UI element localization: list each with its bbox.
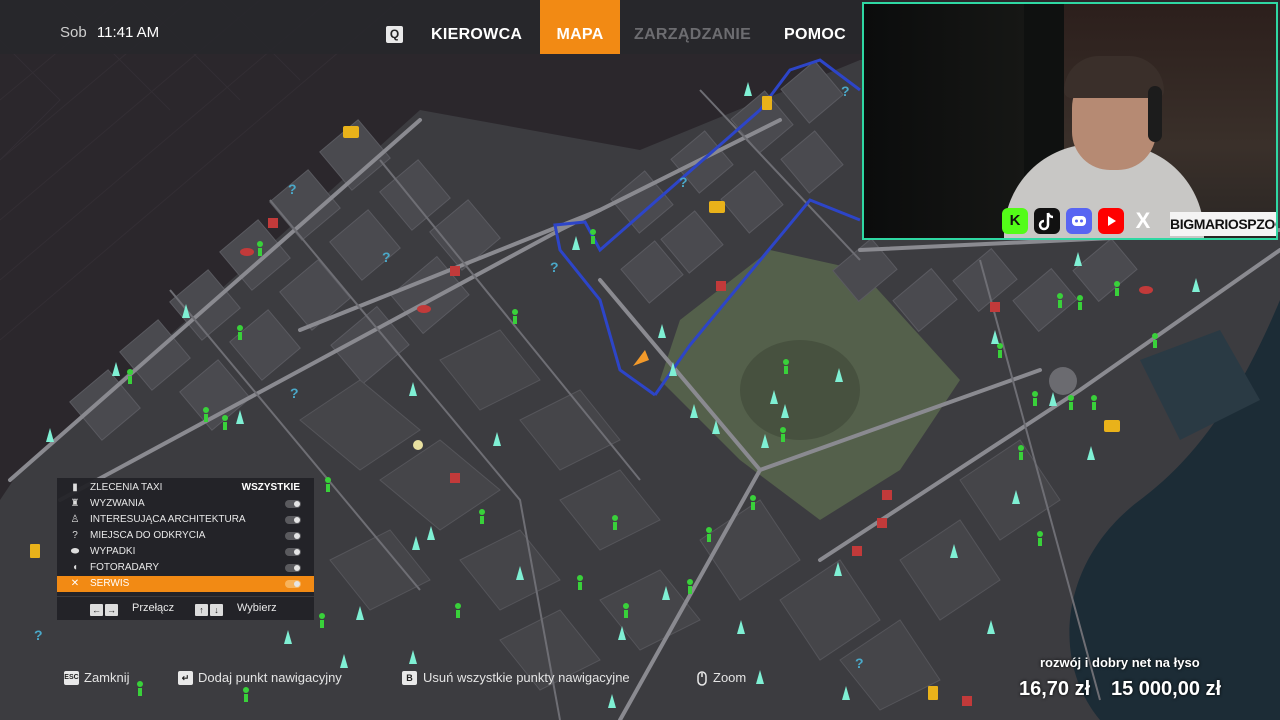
legend-row-architecture[interactable]: ♙ INTERESUJĄCA ARCHITEKTURA bbox=[57, 512, 314, 528]
top-bar: Sob 11:41 AM Q KIEROWCA MAPA ZARZĄDZANIE… bbox=[0, 0, 860, 54]
legend-row-discovery[interactable]: ? MIEJSCA DO ODKRYCIA bbox=[57, 528, 314, 544]
tab-switch-key-hint: Q bbox=[386, 26, 403, 43]
svg-text:?: ? bbox=[34, 627, 43, 643]
tab-kierowca[interactable]: KIEROWCA bbox=[431, 0, 522, 54]
arrow-up-icon: ↑ bbox=[195, 604, 208, 616]
speed-camera-icon: ◖ bbox=[71, 562, 79, 573]
svg-text:?: ? bbox=[288, 181, 297, 197]
clock: Sob 11:41 AM bbox=[60, 24, 159, 41]
legend-row-taxi-orders[interactable]: ▮ ZLECENIA TAXI WSZYSTKIE bbox=[57, 480, 314, 496]
legend-row-accidents[interactable]: ⬬ WYPADKI bbox=[57, 544, 314, 560]
legend-label: ZLECENIA TAXI bbox=[90, 482, 163, 493]
enter-key-icon: ↵ bbox=[178, 671, 193, 685]
map-legend-panel: ▮ ZLECENIA TAXI WSZYSTKIE ♜ WYZWANIA ♙ I… bbox=[57, 478, 314, 620]
kick-icon: K bbox=[1002, 208, 1028, 234]
donation-goal: 15 000,00 zł bbox=[1111, 678, 1222, 700]
youtube-icon bbox=[1098, 208, 1124, 234]
legend-label: MIEJSCA DO ODKRYCIA bbox=[90, 530, 206, 541]
legend-footer: ← → Przełącz ↑ ↓ Wybierz bbox=[57, 596, 314, 621]
arrow-down-icon: ↓ bbox=[210, 604, 223, 616]
tab-pomoc[interactable]: POMOC bbox=[784, 0, 846, 54]
taxi-order-icon: ▮ bbox=[72, 482, 78, 493]
legend-toggle[interactable] bbox=[285, 500, 301, 508]
webcam-overlay: K X BIGMARIOSPZOO bbox=[862, 2, 1278, 240]
svg-text:?: ? bbox=[841, 83, 850, 99]
legend-label: INTERESUJĄCA ARCHITEKTURA bbox=[90, 514, 246, 525]
donation-balance: 16,70 zł bbox=[1019, 678, 1091, 700]
legend-row-service[interactable]: ✕ SERWIS bbox=[57, 576, 314, 592]
wrench-icon: ✕ bbox=[70, 578, 80, 589]
challenge-icon: ♜ bbox=[70, 498, 80, 509]
legend-toggle[interactable] bbox=[285, 532, 301, 540]
legend-label: WYZWANIA bbox=[90, 498, 145, 509]
svg-text:?: ? bbox=[679, 174, 688, 190]
streamer-handle: BIGMARIOSPZOO bbox=[1170, 212, 1276, 236]
remove-waypoints-hint[interactable]: Usuń wszystkie punkty nawigacyjne bbox=[423, 670, 630, 685]
tab-mapa[interactable]: MAPA bbox=[540, 0, 620, 54]
switch-hint: Przełącz bbox=[132, 602, 175, 614]
stream-promo-text: rozwój i dobry net na łyso bbox=[1040, 655, 1200, 670]
tab-zarzadzanie: ZARZĄDZANIE bbox=[634, 26, 752, 43]
close-hint[interactable]: Zamknij bbox=[84, 670, 130, 685]
clock-time: 11:41 AM bbox=[96, 24, 160, 41]
add-waypoint-hint[interactable]: Dodaj punkt nawigacyjny bbox=[198, 670, 342, 685]
zoom-hint[interactable]: Zoom bbox=[713, 670, 746, 685]
legend-label: FOTORADARY bbox=[90, 562, 160, 573]
legend-toggle[interactable] bbox=[285, 580, 301, 588]
accident-icon: ⬬ bbox=[70, 546, 80, 557]
mouse-icon bbox=[694, 671, 709, 686]
arrow-left-icon: ← bbox=[90, 604, 103, 616]
x-icon: X bbox=[1135, 208, 1151, 233]
tiktok-icon bbox=[1034, 208, 1060, 234]
architecture-icon: ♙ bbox=[70, 514, 80, 525]
svg-text:?: ? bbox=[290, 385, 299, 401]
clock-day: Sob bbox=[60, 24, 87, 41]
arrow-right-icon: → bbox=[105, 604, 118, 616]
legend-label: SERWIS bbox=[90, 578, 130, 589]
legend-filter-value[interactable]: WSZYSTKIE bbox=[242, 480, 300, 496]
legend-row-speed-cameras[interactable]: ◖ FOTORADARY bbox=[57, 560, 314, 576]
svg-text:?: ? bbox=[382, 249, 391, 265]
legend-row-challenges[interactable]: ♜ WYZWANIA bbox=[57, 496, 314, 512]
discord-icon bbox=[1066, 208, 1092, 234]
legend-toggle[interactable] bbox=[285, 564, 301, 572]
b-key-icon: B bbox=[402, 671, 417, 685]
legend-toggle[interactable] bbox=[285, 516, 301, 524]
legend-label: WYPADKI bbox=[90, 546, 136, 557]
svg-text:?: ? bbox=[550, 259, 559, 275]
headset bbox=[1148, 86, 1162, 142]
webcam-background bbox=[864, 4, 1024, 238]
select-hint: Wybierz bbox=[237, 602, 277, 614]
question-icon: ? bbox=[72, 530, 78, 541]
svg-text:?: ? bbox=[855, 655, 864, 671]
escape-key-icon: ESC bbox=[64, 671, 79, 685]
legend-toggle[interactable] bbox=[285, 548, 301, 556]
